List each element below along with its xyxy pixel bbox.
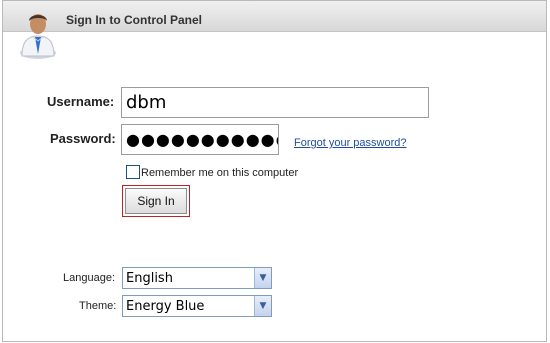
language-select[interactable]: English ▼: [122, 267, 272, 289]
username-value: dbm: [126, 92, 167, 113]
sign-in-button-focus-ring: Sign In: [122, 185, 190, 217]
theme-select[interactable]: Energy Blue ▼: [122, 295, 272, 317]
title-bar: Sign In to Control Panel: [3, 1, 546, 32]
theme-value: Energy Blue: [126, 299, 205, 314]
page-title: Sign In to Control Panel: [66, 13, 202, 27]
chevron-down-icon[interactable]: ▼: [254, 296, 271, 316]
username-label: Username:: [47, 94, 115, 109]
sign-in-button-label: Sign In: [137, 194, 175, 208]
remember-me-checkbox[interactable]: [126, 165, 140, 179]
remember-me-label: Remember me on this computer: [141, 167, 299, 179]
password-mask: ●●●●●●●●●●●●●: [126, 130, 278, 149]
chevron-down-icon[interactable]: ▼: [254, 268, 271, 288]
forgot-password-link[interactable]: Forgot your password?: [294, 137, 407, 149]
username-field[interactable]: dbm: [121, 87, 429, 118]
theme-label: Theme:: [79, 300, 117, 312]
user-avatar-icon: [20, 14, 56, 59]
language-value: English: [126, 271, 173, 286]
sign-in-panel: Sign In to Control Panel Username: dbm P…: [2, 0, 547, 342]
password-field[interactable]: ●●●●●●●●●●●●●: [121, 124, 279, 155]
language-label: Language:: [63, 272, 115, 284]
password-label: Password:: [50, 131, 116, 146]
sign-in-button[interactable]: Sign In: [125, 188, 187, 214]
